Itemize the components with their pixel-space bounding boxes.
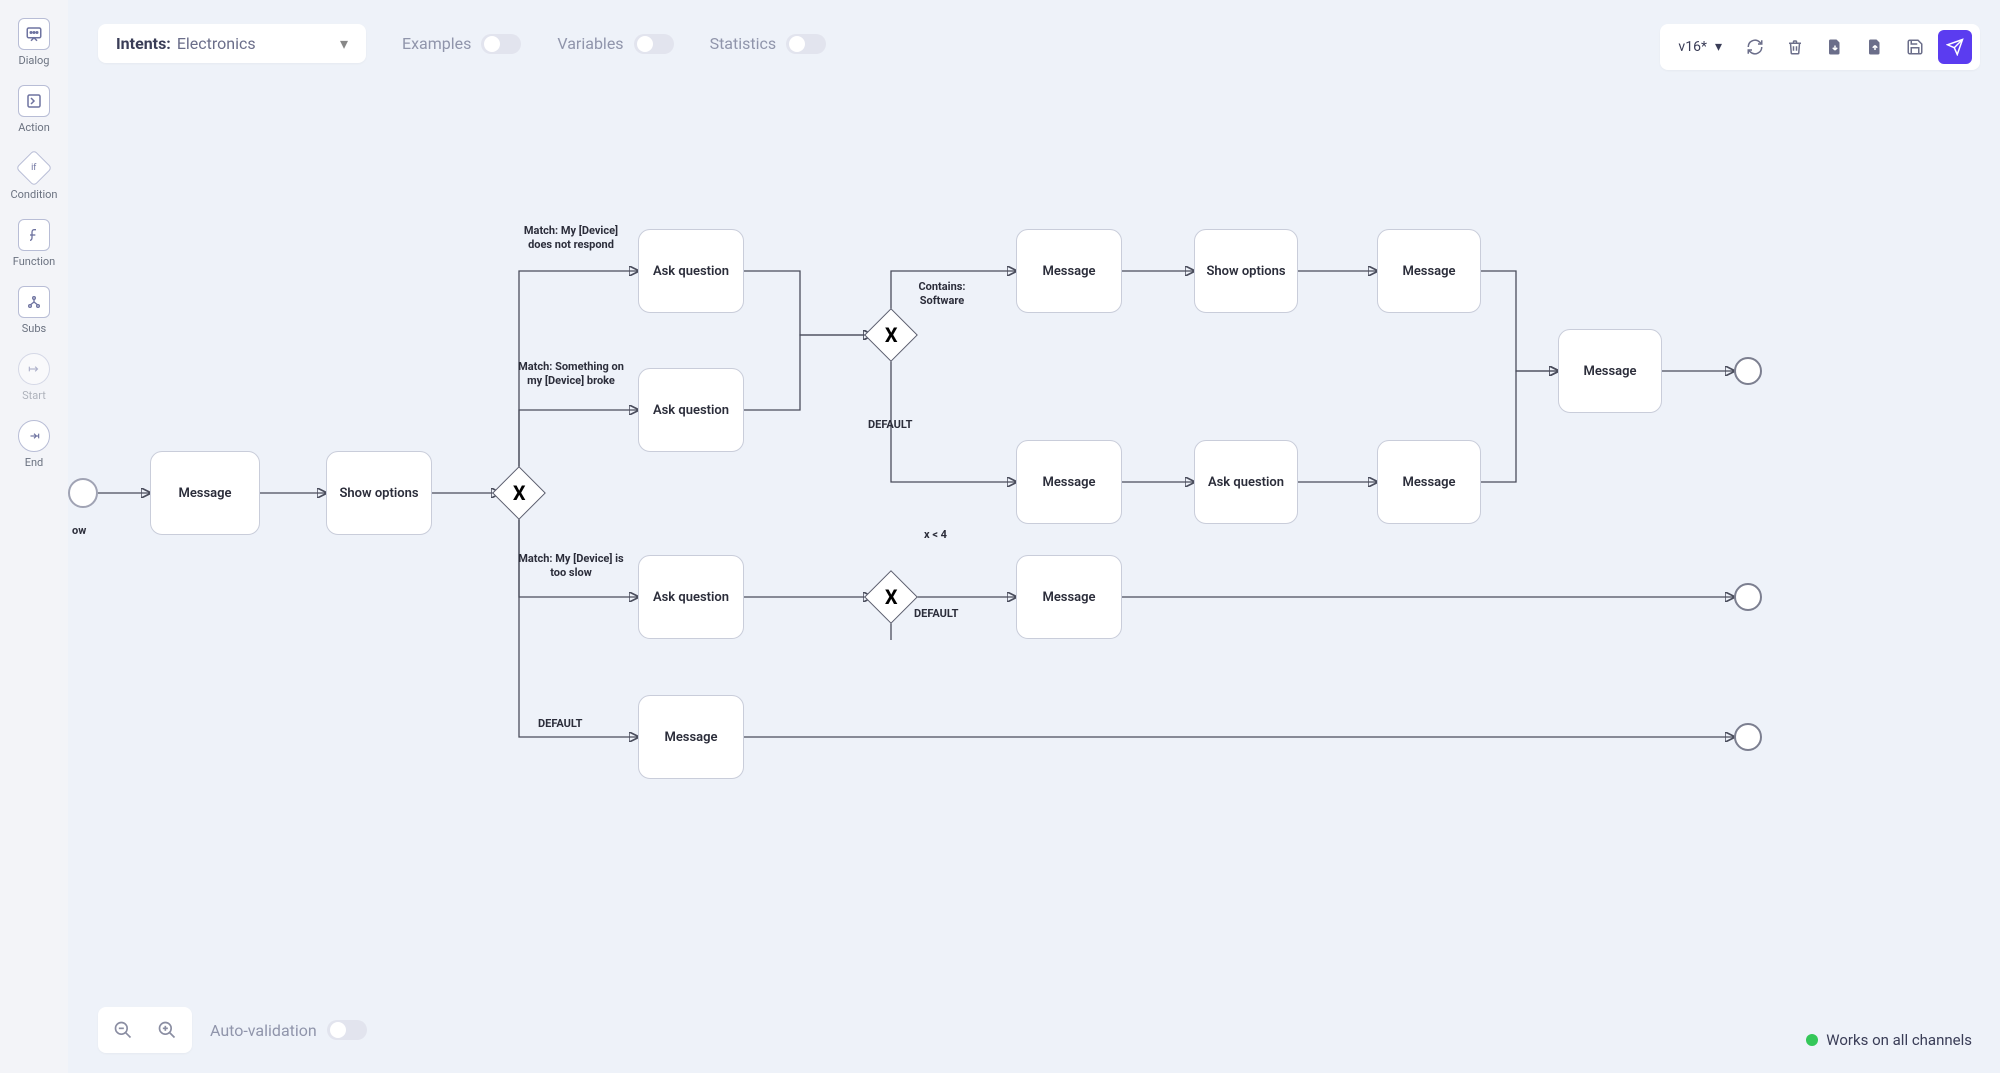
sidebar-item-label: Function <box>13 255 55 268</box>
flow-canvas[interactable]: ow Message Show options X Match: My [Dev… <box>68 0 2000 1073</box>
zoom-controls <box>98 1007 192 1053</box>
edge-label: x < 4 <box>924 528 947 542</box>
node-ask-question[interactable]: Ask question <box>638 555 744 639</box>
node-message[interactable]: Message <box>1016 229 1122 313</box>
zoom-in-icon <box>157 1020 177 1040</box>
edge-label: Match: Something on my [Device] broke <box>518 360 624 388</box>
sidebar-item-label: Action <box>18 121 50 134</box>
sidebar: Dialog Action if Condition Function Subs… <box>0 0 68 1073</box>
sidebar-item-dialog[interactable]: Dialog <box>4 12 64 73</box>
status-ok-icon <box>1806 1034 1818 1046</box>
end-node[interactable] <box>1734 357 1762 385</box>
start-label: ow <box>72 524 86 537</box>
dialog-icon <box>18 18 50 50</box>
edge-label: DEFAULT <box>538 717 582 731</box>
subs-icon <box>18 286 50 318</box>
edge-label: Match: My [Device] does not respond <box>518 224 624 252</box>
end-node[interactable] <box>1734 723 1762 751</box>
end-icon <box>18 420 50 452</box>
sidebar-item-label: Condition <box>10 188 57 201</box>
sidebar-item-function[interactable]: Function <box>4 213 64 274</box>
function-icon <box>18 219 50 251</box>
sidebar-item-end[interactable]: End <box>4 414 64 475</box>
node-show-options[interactable]: Show options <box>326 451 432 535</box>
node-message[interactable]: Message <box>638 695 744 779</box>
node-ask-question[interactable]: Ask question <box>1194 440 1298 524</box>
sidebar-item-label: Start <box>22 389 46 402</box>
sidebar-item-start[interactable]: Start <box>4 347 64 408</box>
sidebar-item-label: End <box>25 456 44 469</box>
gateway-3[interactable]: X <box>864 570 918 624</box>
node-message[interactable]: Message <box>1016 555 1122 639</box>
node-message[interactable]: Message <box>1377 440 1481 524</box>
gateway-2[interactable]: X <box>864 308 918 362</box>
toggle-auto-validation[interactable]: Auto-validation <box>210 1020 367 1040</box>
start-node[interactable] <box>68 478 98 508</box>
sidebar-item-label: Dialog <box>18 54 49 67</box>
node-message[interactable]: Message <box>1377 229 1481 313</box>
edge-label: Match: My [Device] is too slow <box>518 552 624 580</box>
node-ask-question[interactable]: Ask question <box>638 229 744 313</box>
gateway-1[interactable]: X <box>492 466 546 520</box>
condition-icon: if <box>16 150 53 187</box>
zoom-out-icon <box>113 1020 133 1040</box>
bottom-left-controls: Auto-validation <box>98 1007 367 1053</box>
node-ask-question[interactable]: Ask question <box>638 368 744 452</box>
channel-status: Works on all channels <box>1806 1031 1972 1049</box>
sidebar-item-subs[interactable]: Subs <box>4 280 64 341</box>
channel-status-text: Works on all channels <box>1826 1031 1972 1049</box>
toggle-label: Auto-validation <box>210 1021 317 1040</box>
flow-edges <box>68 0 2000 1073</box>
node-message[interactable]: Message <box>1016 440 1122 524</box>
toggle-pill[interactable] <box>327 1020 367 1040</box>
end-node[interactable] <box>1734 583 1762 611</box>
node-message[interactable]: Message <box>1558 329 1662 413</box>
edge-label: DEFAULT <box>868 418 912 432</box>
edge-label: DEFAULT <box>914 607 958 621</box>
sidebar-item-action[interactable]: Action <box>4 79 64 140</box>
sidebar-item-label: Subs <box>22 322 46 335</box>
start-icon <box>18 353 50 385</box>
zoom-out-button[interactable] <box>106 1013 140 1047</box>
action-icon <box>18 85 50 117</box>
edge-label: Contains: Software <box>902 280 982 308</box>
sidebar-item-condition[interactable]: if Condition <box>4 146 64 207</box>
node-show-options[interactable]: Show options <box>1194 229 1298 313</box>
zoom-in-button[interactable] <box>150 1013 184 1047</box>
node-message[interactable]: Message <box>150 451 260 535</box>
